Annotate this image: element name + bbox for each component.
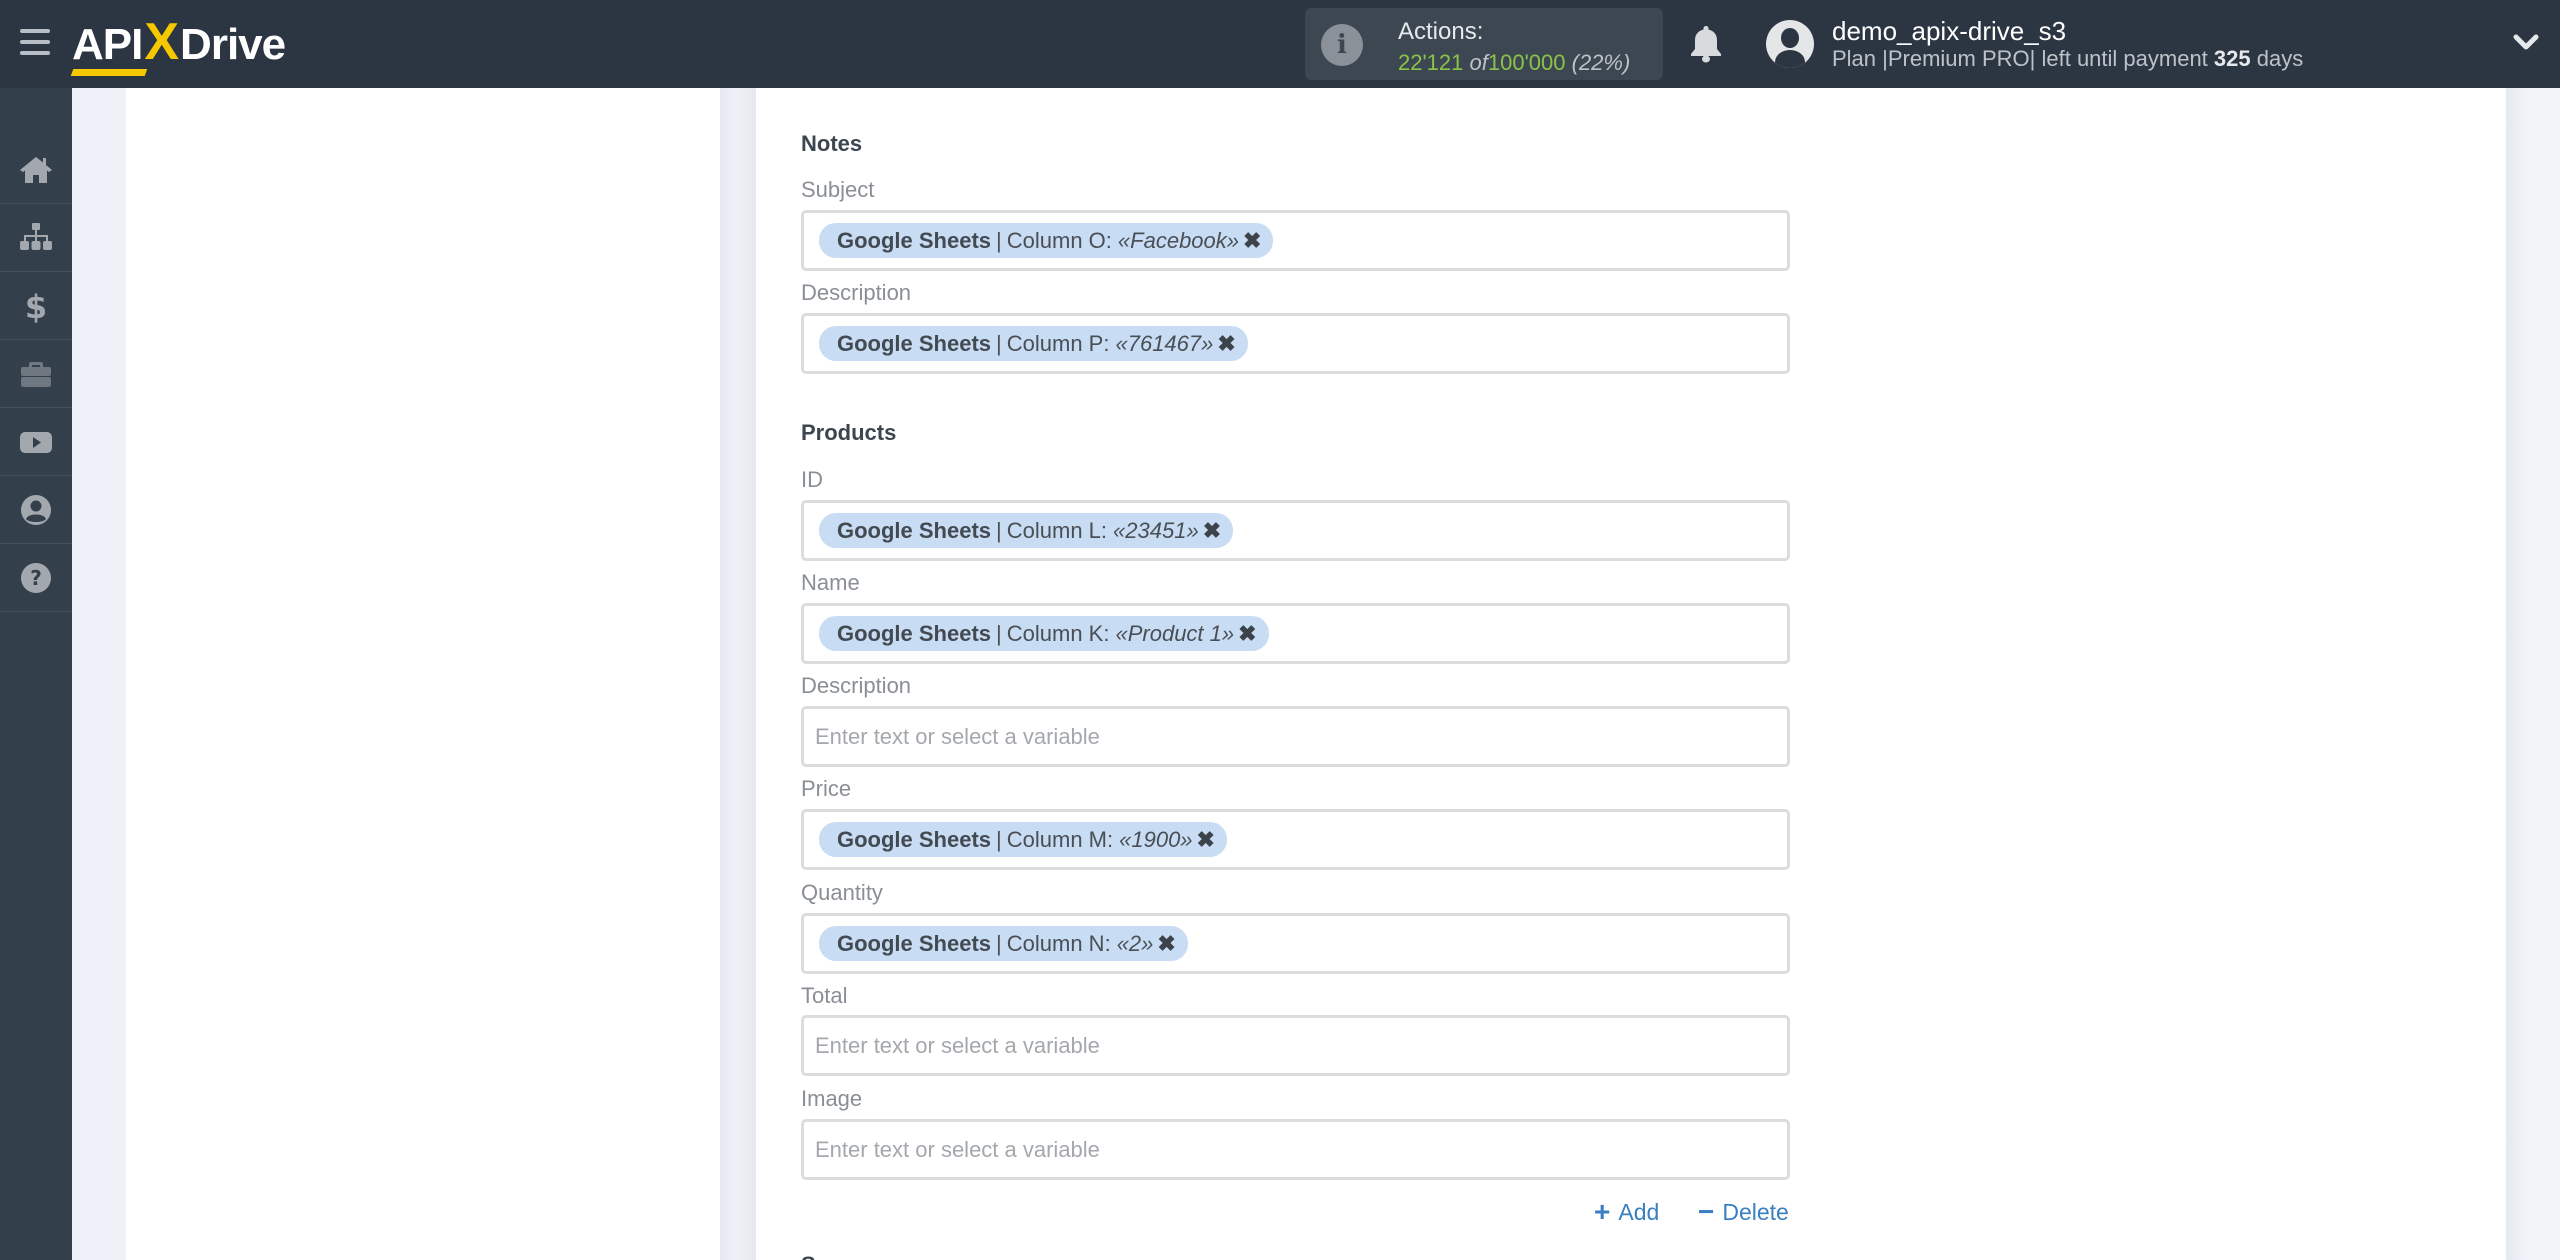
remove-chip-icon[interactable]: ✖ bbox=[1238, 621, 1256, 647]
home-icon bbox=[20, 156, 52, 183]
user-circle-icon bbox=[21, 494, 51, 525]
field-label-name: Name bbox=[801, 570, 860, 595]
plus-icon: + bbox=[1594, 1196, 1611, 1227]
remove-chip-icon[interactable]: ✖ bbox=[1217, 331, 1235, 357]
field-label-total: Total bbox=[801, 983, 848, 1008]
notes-description-field[interactable]: Google Sheets | Column P: «761467» ✖ bbox=[801, 313, 1790, 374]
field-label-subject: Subject bbox=[801, 177, 875, 202]
add-product-button[interactable]: + Add bbox=[1594, 1196, 1659, 1228]
page-background bbox=[2506, 88, 2560, 1260]
sidebar-item-videos[interactable] bbox=[0, 408, 72, 476]
notifications-bell-icon[interactable] bbox=[1688, 24, 1724, 64]
plan-info: Plan |Premium PRO| left until payment 32… bbox=[1832, 46, 2304, 71]
sidebar-item-account[interactable] bbox=[0, 476, 72, 544]
youtube-icon bbox=[20, 431, 52, 453]
menu-toggle-button[interactable] bbox=[20, 29, 50, 55]
variable-chip[interactable]: Google Sheets | Column N: «2» ✖ bbox=[819, 926, 1188, 961]
sidebar: $ ? bbox=[0, 88, 72, 1260]
sitemap-icon bbox=[20, 222, 52, 250]
remove-chip-icon[interactable]: ✖ bbox=[1203, 518, 1221, 544]
variable-chip[interactable]: Google Sheets | Column P: «761467» ✖ bbox=[819, 326, 1248, 361]
field-label-image: Image bbox=[801, 1086, 863, 1111]
actions-label: Actions: bbox=[1398, 18, 1484, 45]
section-title-products: Products bbox=[801, 420, 897, 445]
remove-chip-icon[interactable]: ✖ bbox=[1243, 228, 1261, 254]
product-name-field[interactable]: Google Sheets | Column K: «Product 1» ✖ bbox=[801, 603, 1790, 664]
sidebar-item-help[interactable]: ? bbox=[0, 544, 72, 612]
user-avatar-icon[interactable] bbox=[1766, 20, 1814, 68]
remove-chip-icon[interactable]: ✖ bbox=[1157, 931, 1175, 957]
variable-chip[interactable]: Google Sheets | Column O: «Facebook» ✖ bbox=[819, 223, 1274, 258]
dollar-icon: $ bbox=[25, 288, 47, 324]
product-image-field[interactable]: Enter text or select a variable bbox=[801, 1119, 1790, 1180]
hamburger-icon bbox=[20, 29, 50, 33]
svg-text:$: $ bbox=[25, 288, 47, 324]
variable-chip[interactable]: Google Sheets | Column L: «23451» ✖ bbox=[819, 513, 1234, 548]
sidebar-item-home[interactable] bbox=[0, 136, 72, 204]
variable-chip[interactable]: Google Sheets | Column M: «1900» ✖ bbox=[819, 822, 1227, 857]
info-icon: i bbox=[1321, 24, 1363, 66]
field-label-price: Price bbox=[801, 776, 852, 801]
field-label-id: ID bbox=[801, 467, 823, 492]
left-panel bbox=[126, 88, 720, 1260]
svg-text:?: ? bbox=[30, 566, 42, 590]
apix-drive-logo[interactable]: API X Drive bbox=[72, 13, 286, 71]
product-quantity-field[interactable]: Google Sheets | Column N: «2» ✖ bbox=[801, 913, 1790, 974]
actions-counter[interactable]: i Actions: 22'121 of100'000 (22%) bbox=[1305, 8, 1663, 80]
top-header: API X Drive i Actions: 22'121 of100'000 (2… bbox=[0, 0, 2560, 88]
sidebar-item-connections[interactable] bbox=[0, 204, 72, 272]
next-section-title: S bbox=[801, 1252, 816, 1260]
actions-usage: 22'121 of100'000 (22%) bbox=[1398, 50, 1631, 75]
minus-icon: − bbox=[1698, 1196, 1715, 1227]
question-circle-icon: ? bbox=[21, 562, 51, 593]
variable-chip[interactable]: Google Sheets | Column K: «Product 1» ✖ bbox=[819, 616, 1269, 651]
chevron-down-icon[interactable] bbox=[2512, 30, 2540, 54]
product-id-field[interactable]: Google Sheets | Column L: «23451» ✖ bbox=[801, 500, 1790, 561]
field-label-product-description: Description bbox=[801, 673, 912, 698]
remove-chip-icon[interactable]: ✖ bbox=[1197, 827, 1215, 853]
username[interactable]: demo_apix-drive_s3 bbox=[1832, 16, 2066, 47]
section-title-notes: Notes bbox=[801, 131, 863, 156]
product-price-field[interactable]: Google Sheets | Column M: «1900» ✖ bbox=[801, 809, 1790, 870]
field-label-quantity: Quantity bbox=[801, 880, 883, 905]
delete-product-button[interactable]: − Delete bbox=[1698, 1196, 1789, 1228]
sidebar-item-billing[interactable]: $ bbox=[0, 272, 72, 340]
sidebar-item-tools[interactable] bbox=[0, 340, 72, 408]
product-description-field[interactable]: Enter text or select a variable bbox=[801, 706, 1790, 767]
field-label-notes-description: Description bbox=[801, 280, 912, 305]
product-total-field[interactable]: Enter text or select a variable bbox=[801, 1015, 1790, 1076]
panel-gap bbox=[720, 88, 756, 1260]
briefcase-icon bbox=[21, 361, 51, 387]
subject-field[interactable]: Google Sheets | Column O: «Facebook» ✖ bbox=[801, 210, 1790, 271]
